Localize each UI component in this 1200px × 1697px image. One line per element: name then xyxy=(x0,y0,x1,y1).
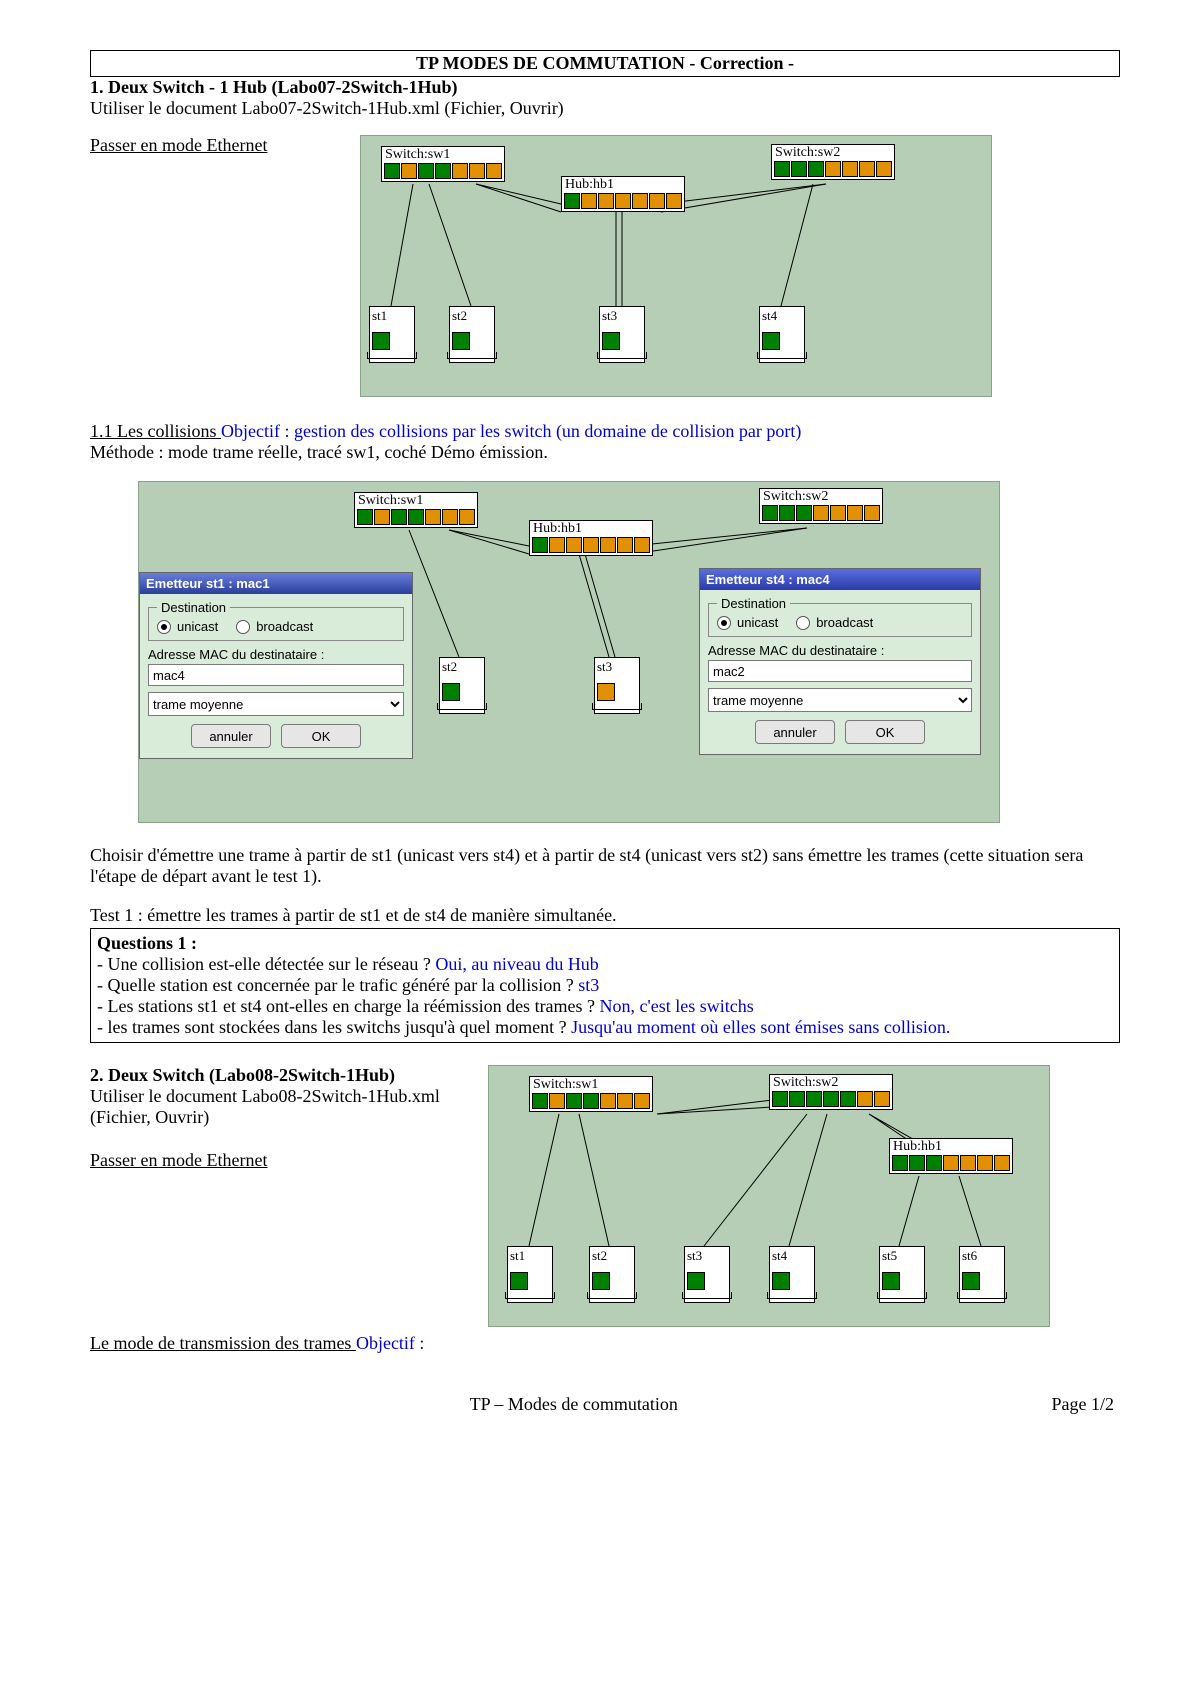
d2-switch1: Switch:sw1 xyxy=(354,492,478,528)
q1-l1: - Une collision est-elle détectée sur le… xyxy=(97,954,1113,975)
dlg1-mac-input[interactable] xyxy=(148,664,404,686)
dlg2-r2: broadcast xyxy=(816,615,873,630)
footer-right: Page 1/2 xyxy=(1052,1394,1115,1415)
dlg1-title: Emetteur st1 : mac1 xyxy=(140,573,412,594)
d1-switch2: Switch:sw2 xyxy=(771,144,895,180)
dlg1-r2: broadcast xyxy=(256,619,313,634)
dlg2-ok-button[interactable]: OK xyxy=(845,720,925,744)
dlg1-radio-broadcast[interactable]: broadcast xyxy=(236,619,313,634)
footer: TP – Modes de commutation Page 1/2 xyxy=(90,1394,1120,1415)
d1-sw1-label: Switch:sw1 xyxy=(384,148,502,162)
dlg2-legend: Destination xyxy=(717,596,790,611)
dlg2-radio-unicast[interactable]: unicast xyxy=(717,615,778,630)
q1-l4: - les trames sont stockées dans les swit… xyxy=(97,1017,1113,1038)
d2-switch2: Switch:sw2 xyxy=(759,488,883,524)
dlg1-r1: unicast xyxy=(177,619,218,634)
d1-st2-lbl: st2 xyxy=(452,309,492,322)
d1-st3-lbl: st3 xyxy=(602,309,642,322)
d2-hub-label: Hub:hb1 xyxy=(532,522,650,536)
dlg2-destination-group: Destination unicast broadcast xyxy=(708,596,972,637)
test1-text: Test 1 : émettre les trames à partir de … xyxy=(90,905,1120,926)
dlg2-r1: unicast xyxy=(737,615,778,630)
dlg2-mac-label: Adresse MAC du destinataire : xyxy=(708,643,972,658)
q1-head: Questions 1 : xyxy=(97,933,1113,954)
trans-under: Le mode de transmission des trames xyxy=(90,1333,356,1353)
section-2-docline: Utiliser le document Labo08-2Switch-1Hub… xyxy=(90,1086,470,1128)
dlg1-destination-group: Destination unicast broadcast xyxy=(148,600,404,641)
dlg2-radio-broadcast[interactable]: broadcast xyxy=(796,615,873,630)
collisions-line: 1.1 Les collisions Objectif : gestion de… xyxy=(90,421,1120,442)
d2-hub: Hub:hb1 xyxy=(529,520,653,556)
d1-sw2-label: Switch:sw2 xyxy=(774,146,892,160)
d3-switch1: Switch:sw1 xyxy=(529,1076,653,1112)
section-1-docline: Utiliser le document Labo07-2Switch-1Hub… xyxy=(90,98,1120,119)
dlg1-mac-label: Adresse MAC du destinataire : xyxy=(148,647,404,662)
dlg1-radio-unicast[interactable]: unicast xyxy=(157,619,218,634)
choisir-text: Choisir d'émettre une trame à partir de … xyxy=(90,845,1120,887)
collisions-under: 1.1 Les collisions xyxy=(90,421,221,441)
dlg2-frame-select[interactable]: trame moyenne xyxy=(708,688,972,712)
emitter-dialog-st4: Emetteur st4 : mac4 Destination unicast … xyxy=(699,568,981,755)
d2-st2-lbl: st2 xyxy=(442,660,482,673)
d3-sw1-label: Switch:sw1 xyxy=(532,1078,650,1092)
d2-sw2-label: Switch:sw2 xyxy=(762,490,880,504)
emitter-dialog-st1: Emetteur st1 : mac1 Destination unicast … xyxy=(139,572,413,759)
d3-switch2: Switch:sw2 xyxy=(769,1074,893,1110)
trans-blue: Objectif : xyxy=(356,1333,424,1353)
section-1-head: 1. Deux Switch - 1 Hub (Labo07-2Switch-1… xyxy=(90,77,1120,98)
d1-switch1: Switch:sw1 xyxy=(381,146,505,182)
d1-st4-lbl: st4 xyxy=(762,309,802,322)
dlg2-title: Emetteur st4 : mac4 xyxy=(700,569,980,590)
d2-sw1-label: Switch:sw1 xyxy=(357,494,475,508)
footer-center: TP – Modes de commutation xyxy=(470,1394,678,1415)
diagram-2: Switch:sw1 Switch:sw2 Hub:hb1 st2 st3 Em… xyxy=(138,481,1000,823)
d2-st3-lbl: st3 xyxy=(597,660,637,673)
collisions-blue: Objectif : gestion des collisions par le… xyxy=(221,421,801,441)
ethernet-mode-2: Passer en mode Ethernet xyxy=(90,1150,267,1170)
title-text: TP MODES DE COMMUTATION - Correction - xyxy=(416,53,794,73)
diagram-1: Switch:sw1 Switch:sw2 Hub:hb1 st1 st2 xyxy=(360,135,992,397)
ethernet-mode-1: Passer en mode Ethernet xyxy=(90,135,267,155)
dlg1-frame-select[interactable]: trame moyenne xyxy=(148,692,404,716)
dlg1-ok-button[interactable]: OK xyxy=(281,724,361,748)
d1-st1-lbl: st1 xyxy=(372,309,412,322)
section-2-head: 2. Deux Switch (Labo08-2Switch-1Hub) xyxy=(90,1065,470,1086)
d1-hub: Hub:hb1 xyxy=(561,176,685,212)
q1-l2: - Quelle station est concernée par le tr… xyxy=(97,975,1113,996)
q1-l3: - Les stations st1 et st4 ont-elles en c… xyxy=(97,996,1113,1017)
questions-1-box: Questions 1 : - Une collision est-elle d… xyxy=(90,928,1120,1043)
d3-sw2-label: Switch:sw2 xyxy=(772,1076,890,1090)
d1-hub-label: Hub:hb1 xyxy=(564,178,682,192)
d3-hub: Hub:hb1 xyxy=(889,1138,1013,1174)
page-title: TP MODES DE COMMUTATION - Correction - xyxy=(90,50,1120,77)
dlg1-cancel-button[interactable]: annuler xyxy=(191,724,271,748)
transmission-line: Le mode de transmission des trames Objec… xyxy=(90,1333,1120,1354)
collisions-method: Méthode : mode trame réelle, tracé sw1, … xyxy=(90,442,1120,463)
dlg2-mac-input[interactable] xyxy=(708,660,972,682)
d3-hub-label: Hub:hb1 xyxy=(892,1140,1010,1154)
dlg2-cancel-button[interactable]: annuler xyxy=(755,720,835,744)
dlg1-legend: Destination xyxy=(157,600,230,615)
diagram-3: Switch:sw1 Switch:sw2 Hub:hb1 st1 st2 st… xyxy=(488,1065,1050,1327)
